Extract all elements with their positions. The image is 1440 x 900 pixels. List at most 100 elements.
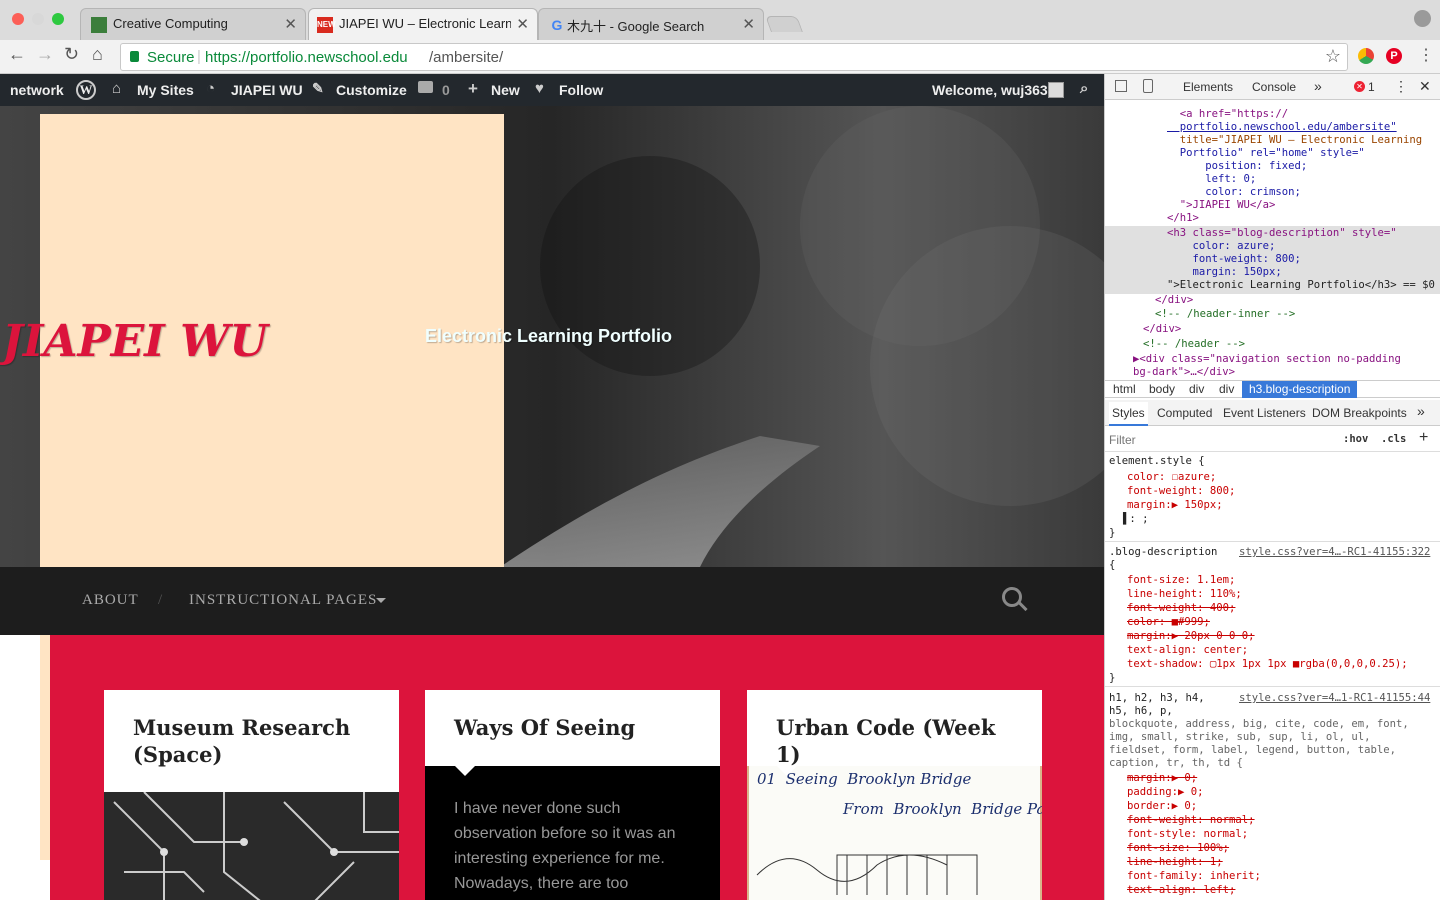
follow-link[interactable]: Follow [559, 82, 603, 98]
dom-line[interactable]: title="JIAPEI WU – Electronic Learning [1167, 134, 1440, 147]
dom-line[interactable]: <h3 class="blog-description" style=" [1167, 227, 1440, 240]
style-declaration[interactable]: font-size: 1.1em; [1127, 574, 1440, 587]
breadcrumb-html[interactable]: html [1113, 382, 1136, 396]
close-devtools-icon[interactable]: ✕ [1419, 78, 1431, 95]
close-tab-icon[interactable]: ✕ [516, 15, 529, 33]
style-declaration[interactable]: font-style: normal; [1127, 828, 1440, 841]
tab-jiapei-wu[interactable]: NEW JIAPEI WU – Electronic Learnin ✕ [308, 8, 538, 40]
dom-line[interactable]: ">Electronic Learning Portfolio</h3> == … [1167, 279, 1440, 292]
style-declaration-overridden[interactable]: margin:▶ 20px 0 0 0; [1127, 630, 1440, 643]
search-icon[interactable]: ⌕ [1080, 80, 1088, 97]
extension-icon[interactable] [1358, 48, 1374, 64]
network-link[interactable]: network [10, 82, 64, 98]
dom-line[interactable]: bg-dark">…</div> [1133, 366, 1440, 379]
style-declaration[interactable]: margin:▶ 150px; [1127, 499, 1440, 512]
tab-elements[interactable]: Elements [1183, 80, 1233, 94]
dom-line[interactable]: position: fixed; [1167, 160, 1440, 173]
breadcrumb-selected[interactable]: h3.blog-description [1242, 381, 1358, 398]
pinterest-icon[interactable]: P [1386, 48, 1402, 64]
style-declaration-editing[interactable]: ▌: ; [1123, 513, 1440, 526]
style-declaration-overridden[interactable]: font-weight: normal; [1127, 814, 1440, 827]
cls-toggle[interactable]: .cls [1381, 433, 1406, 445]
style-declaration[interactable]: padding:▶ 0; [1127, 786, 1440, 799]
style-declaration[interactable]: border:▶ 0; [1127, 800, 1440, 813]
avatar[interactable] [1048, 82, 1064, 98]
new-tab-button[interactable] [765, 16, 803, 32]
dom-line[interactable]: <a href="https:// [1167, 108, 1440, 121]
breadcrumb-body[interactable]: body [1149, 382, 1175, 396]
tab-console[interactable]: Console [1252, 80, 1296, 94]
close-tab-icon[interactable]: ✕ [284, 15, 297, 33]
inspect-element-icon[interactable] [1115, 80, 1127, 92]
rule-selector[interactable]: blockquote, address, big, cite, code, em… [1109, 718, 1440, 731]
comments-count[interactable]: 0 [442, 82, 450, 98]
post-title[interactable]: Ways Of Seeing [454, 714, 704, 741]
my-sites-link[interactable]: My Sites [137, 82, 194, 98]
style-declaration[interactable]: font-weight: 800; [1127, 485, 1440, 498]
dom-line[interactable]: color: crimson; [1167, 186, 1440, 199]
style-declaration-overridden[interactable]: text-align: left; [1127, 884, 1440, 897]
error-count[interactable]: 1 [1368, 80, 1375, 94]
style-declaration[interactable]: text-shadow: ▢1px 1px 1px ■rgba(0,0,0,0.… [1127, 658, 1440, 671]
close-tab-icon[interactable]: ✕ [742, 15, 755, 33]
profile-icon[interactable] [1414, 10, 1431, 27]
minimize-window-button[interactable] [32, 13, 44, 25]
dom-line[interactable]: margin: 150px; [1167, 266, 1440, 279]
more-tabs-icon[interactable]: » [1314, 78, 1322, 94]
post-card[interactable]: Ways Of Seeing I have never done such ob… [425, 690, 720, 900]
style-declaration[interactable]: font-family: inherit; [1127, 870, 1440, 883]
style-declaration-overridden[interactable]: font-size: 100%; [1127, 842, 1440, 855]
dom-line[interactable]: Portfolio" rel="home" style=" [1167, 147, 1440, 160]
breadcrumb-div[interactable]: div [1219, 382, 1234, 396]
style-declaration[interactable]: text-align: center; [1127, 644, 1440, 657]
reload-icon[interactable]: ↻ [64, 44, 79, 65]
breadcrumb-div[interactable]: div [1189, 382, 1204, 396]
style-declaration-overridden[interactable]: font-weight: 400; [1127, 602, 1440, 615]
dom-line[interactable]: ">JIAPEI WU</a> [1167, 199, 1440, 212]
nav-item-about[interactable]: ABOUT [82, 592, 139, 609]
dom-line[interactable]: <!-- /header --> [1143, 338, 1440, 351]
post-card[interactable]: Museum Research (Space) [104, 690, 399, 900]
rule-selector[interactable]: h5, h6, p, [1109, 705, 1440, 718]
welcome-text[interactable]: Welcome, wuj363 [932, 82, 1048, 98]
site-name-link[interactable]: JIAPEI WU [231, 82, 303, 98]
style-declaration-overridden[interactable]: color: ■#999; [1127, 616, 1440, 629]
site-title-link[interactable]: JIAPEI WU [2, 316, 268, 367]
dom-line[interactable]: </div> [1155, 294, 1440, 307]
hov-toggle[interactable]: :hov [1343, 433, 1368, 445]
error-icon[interactable]: ✕ [1354, 81, 1365, 92]
post-title[interactable]: Urban Code (Week 1) [776, 714, 1026, 768]
post-title[interactable]: Museum Research (Space) [133, 714, 383, 768]
style-declaration-overridden[interactable]: margin:▶ 0; [1127, 772, 1440, 785]
home-icon[interactable]: ⌂ [92, 44, 103, 65]
dom-line[interactable]: color: azure; [1167, 240, 1440, 253]
bookmark-star-icon[interactable]: ☆ [1325, 46, 1341, 67]
new-link[interactable]: New [491, 82, 520, 98]
style-declaration[interactable]: line-height: 110%; [1127, 588, 1440, 601]
style-declaration[interactable]: color: ☐azure; [1127, 471, 1440, 484]
style-declaration-overridden[interactable]: line-height: 1; [1127, 856, 1440, 869]
more-tabs-icon[interactable]: » [1417, 403, 1425, 419]
filter-input[interactable] [1109, 432, 1309, 448]
rule-selector[interactable]: caption, tr, th, td { [1109, 757, 1440, 770]
zoom-window-button[interactable] [52, 13, 64, 25]
post-card[interactable]: Urban Code (Week 1) 01 Seeing Brooklyn B… [747, 690, 1042, 900]
tab-computed[interactable]: Computed [1157, 406, 1212, 420]
dom-line[interactable]: ▶<div class="navigation section no-paddi… [1133, 353, 1440, 366]
customize-link[interactable]: Customize [336, 82, 407, 98]
dom-line[interactable]: portfolio.newschool.edu/ambersite" [1167, 121, 1440, 134]
device-toolbar-icon[interactable] [1143, 79, 1153, 93]
rule-selector[interactable]: element.style { [1109, 455, 1440, 468]
dom-line[interactable]: font-weight: 800; [1167, 253, 1440, 266]
close-window-button[interactable] [12, 13, 24, 25]
add-rule-icon[interactable]: + [1419, 429, 1428, 447]
tab-event-listeners[interactable]: Event Listeners [1223, 406, 1306, 420]
menu-dots-icon[interactable]: ⋮ [1418, 45, 1434, 65]
devtools-menu-icon[interactable]: ⋮ [1394, 78, 1408, 95]
tab-styles[interactable]: Styles [1109, 402, 1148, 426]
tab-google-search[interactable]: G 木九十 - Google Search ✕ [538, 8, 764, 40]
back-arrow-icon[interactable]: ← [8, 44, 26, 65]
wordpress-logo-icon[interactable]: W [76, 80, 96, 100]
rule-source-link[interactable]: style.css?ver=4…-RC1-41155:322 [1239, 546, 1440, 559]
dom-line[interactable]: </h1> [1167, 212, 1440, 225]
